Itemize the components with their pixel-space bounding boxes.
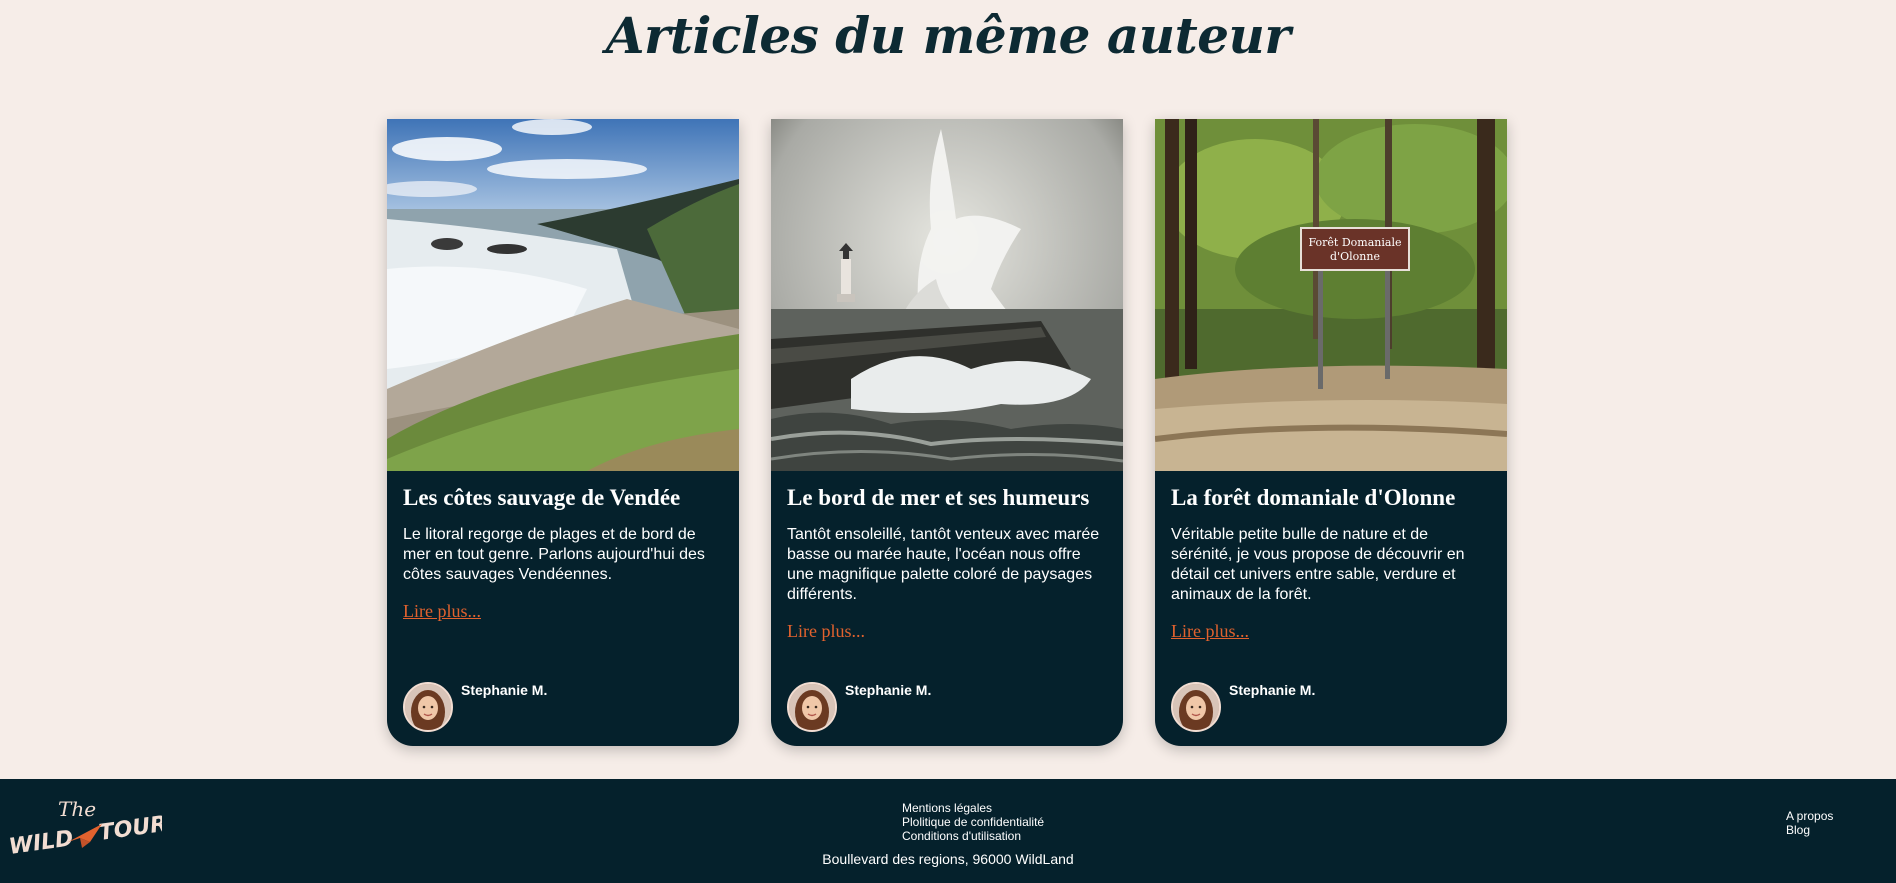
card-author: Stephanie M.: [787, 682, 931, 732]
card-title: Le bord de mer et ses humeurs: [787, 485, 1090, 510]
about-link[interactable]: A propos: [1786, 809, 1833, 823]
author-avatar: [787, 682, 837, 732]
logo-tour: TOUR: [97, 812, 162, 846]
card-title: La forêt domaniale d'Olonne: [1171, 485, 1456, 510]
read-more-link[interactable]: Lire plus...: [403, 601, 481, 621]
author-name: Stephanie M.: [1229, 682, 1316, 698]
section-title: Articles du même auteur: [605, 6, 1291, 65]
legal-links: Mentions légales Plolitique de confident…: [902, 801, 1044, 843]
footer-side-links: A propos Blog: [1786, 809, 1833, 837]
forest-sign-photo[interactable]: Forêt Domaniale d'Olonne: [1155, 119, 1507, 471]
author-avatar: [403, 682, 453, 732]
terms-link[interactable]: Conditions d'utilisation: [902, 829, 1044, 843]
card-excerpt: Tantôt ensoleillé, tantôt venteux avec m…: [787, 526, 1100, 603]
card-excerpt: Véritable petite bulle de nature et de s…: [1171, 526, 1465, 603]
blog-link[interactable]: Blog: [1786, 823, 1833, 837]
author-name: Stephanie M.: [461, 682, 548, 698]
forest-sign-line-2: d'Olonne: [1330, 250, 1380, 263]
author-avatar: [1171, 682, 1221, 732]
read-more-link[interactable]: Lire plus...: [787, 621, 865, 641]
coastal-cliff-photo[interactable]: [387, 119, 739, 471]
forest-sign-line-1: Forêt Domaniale: [1309, 236, 1402, 249]
lighthouse-storm-photo[interactable]: [771, 119, 1123, 471]
legal-notice-link[interactable]: Mentions légales: [902, 801, 1044, 815]
article-card: Les côtes sauvage de Vendée Le litoral r…: [387, 119, 739, 746]
article-cards: Les côtes sauvage de Vendée Le litoral r…: [387, 119, 1507, 746]
card-excerpt: Le litoral regorge de plages et de bord …: [403, 526, 705, 583]
article-card: Forêt Domaniale d'Olonne La forêt domani…: [1155, 119, 1507, 746]
privacy-policy-link[interactable]: Plolitique de confidentialité: [902, 815, 1044, 829]
footer-address: Boullevard des regions, 96000 WildLand: [822, 851, 1074, 867]
card-title: Les côtes sauvage de Vendée: [403, 485, 681, 510]
article-card: Le bord de mer et ses humeurs Tantôt ens…: [771, 119, 1123, 746]
card-author: Stephanie M.: [1171, 682, 1315, 732]
card-author: Stephanie M.: [403, 682, 547, 732]
author-name: Stephanie M.: [845, 682, 932, 698]
read-more-link[interactable]: Lire plus...: [1171, 621, 1249, 641]
logo-the: The: [58, 797, 96, 821]
